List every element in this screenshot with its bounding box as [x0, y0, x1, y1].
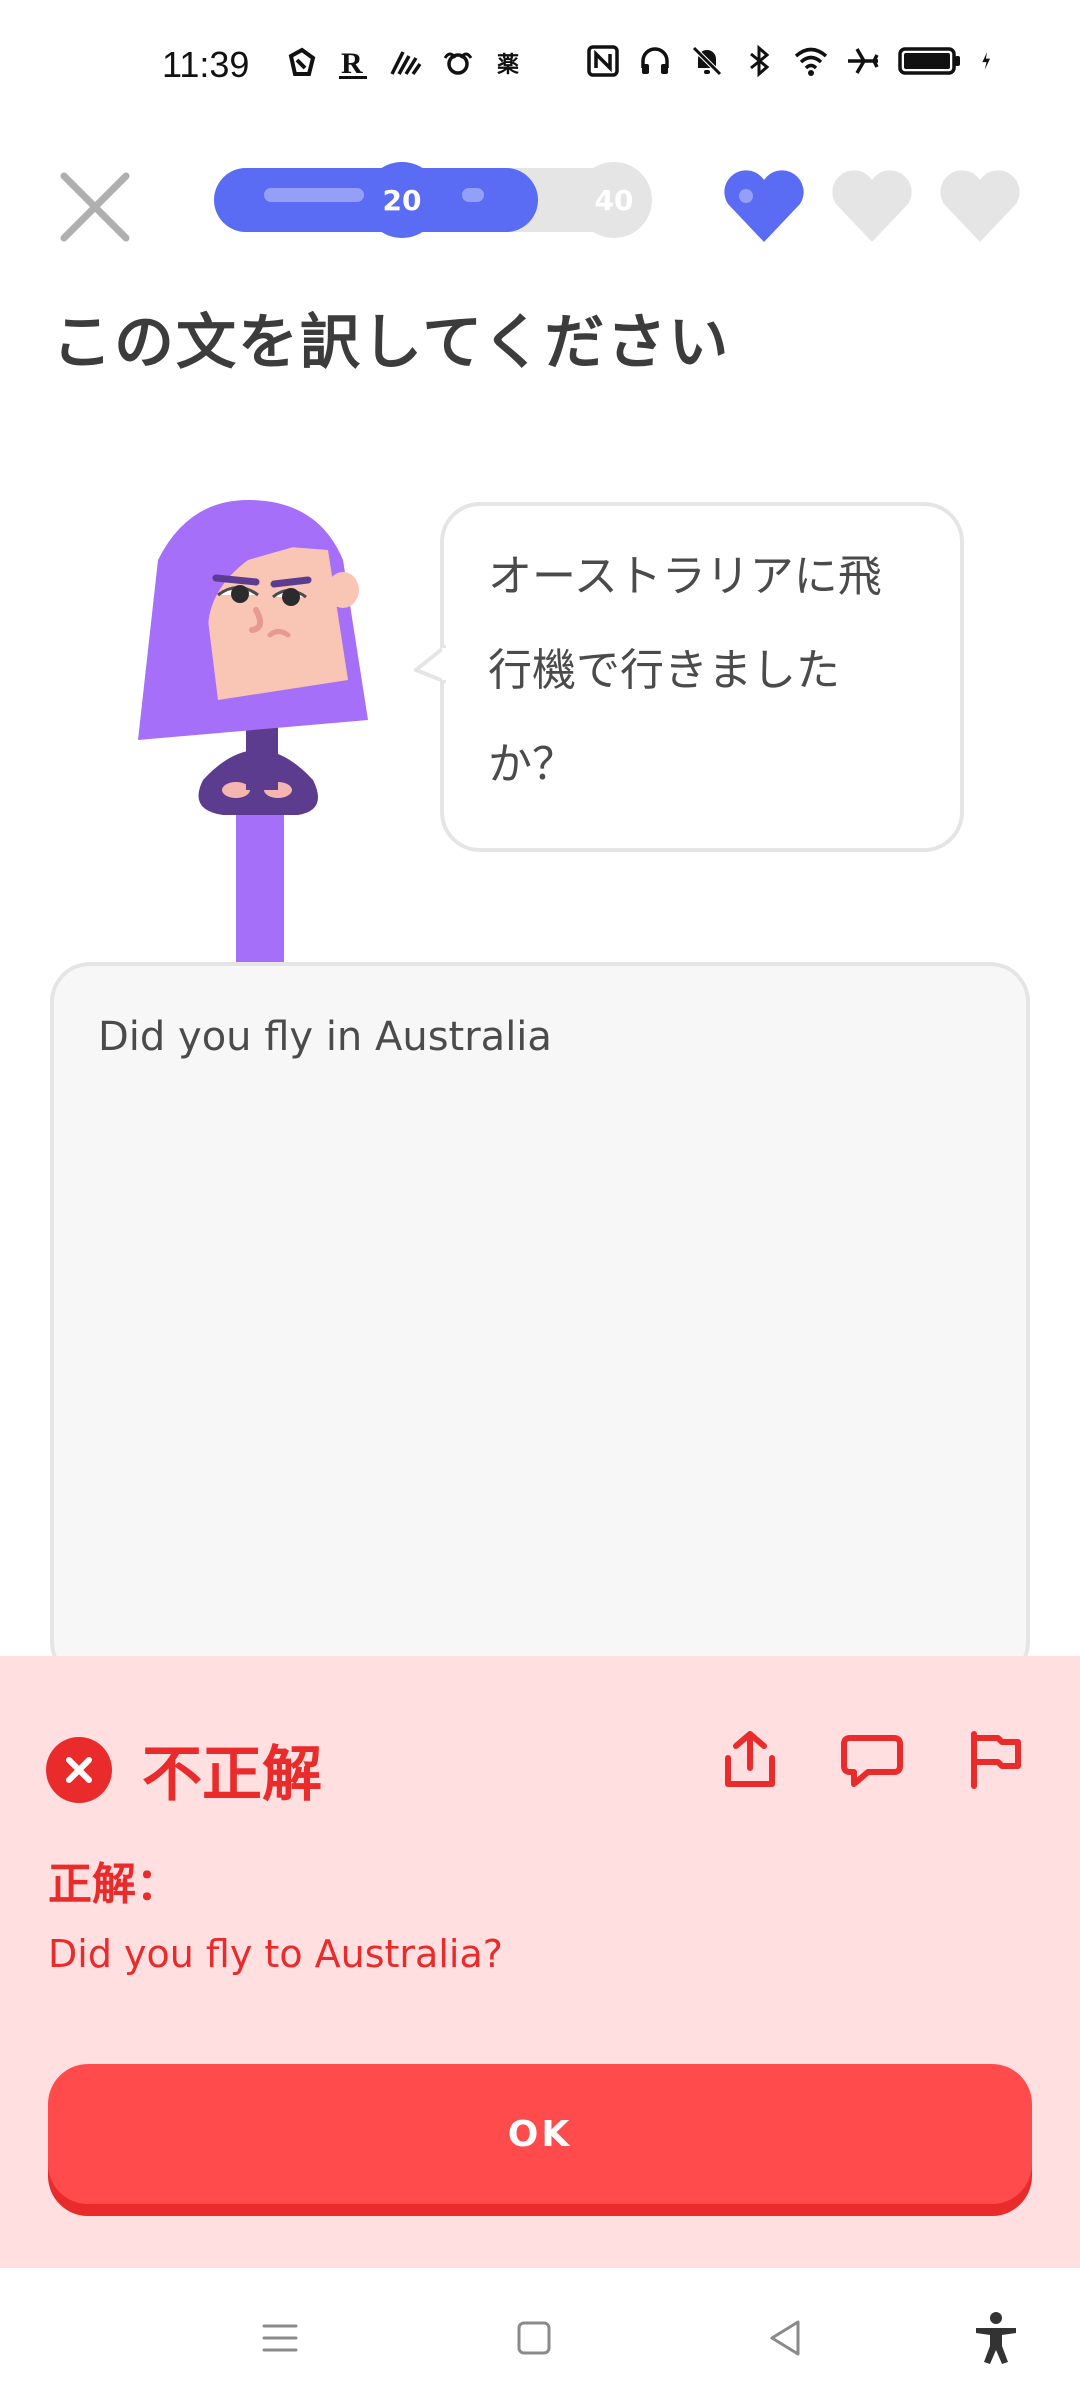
status-time: 11:39: [162, 44, 250, 85]
heart-filled-icon: [724, 170, 804, 242]
answer-text: Did you fly in Australia: [98, 1014, 552, 1060]
speech-bubble: オーストラリアに飛 行機で行きました か？: [414, 502, 964, 852]
feedback-actions: [718, 1728, 1026, 1792]
close-icon[interactable]: [56, 168, 134, 246]
answer-input[interactable]: Did you fly in Australia: [50, 962, 1030, 1682]
feedback-status: 不正解: [46, 1726, 322, 1813]
mute-icon: [692, 46, 722, 76]
feedback-title: 不正解: [142, 1740, 322, 1810]
prompt-sentence-line: 行機で行きました: [488, 645, 840, 696]
charging-icon: [982, 52, 990, 70]
prompt-sentence-line: か？: [488, 739, 576, 790]
incorrect-icon: [46, 1736, 112, 1803]
heart-empty-icon: [832, 170, 912, 242]
ok-button[interactable]: OK: [48, 2064, 1032, 2204]
app-icon-r: R: [339, 47, 367, 80]
status-right-icons: [586, 44, 1000, 78]
accessibility-icon[interactable]: [966, 2308, 1026, 2368]
character-illustration: [138, 500, 368, 970]
progress-highlight: [264, 188, 364, 202]
report-flag-icon[interactable]: [962, 1728, 1026, 1792]
app-icon-kanji: 薬: [497, 53, 519, 78]
share-icon[interactable]: [718, 1728, 782, 1792]
menu-icon[interactable]: [250, 2308, 310, 2368]
battery-icon: [898, 47, 960, 75]
nfc-icon: [587, 45, 619, 77]
app-icon-1: [288, 47, 316, 76]
app-icon-4: [443, 52, 473, 75]
home-icon[interactable]: [504, 2308, 564, 2368]
back-icon[interactable]: [756, 2308, 816, 2368]
status-bar: 11:39 R 薬: [0, 0, 1080, 130]
system-nav-bar: [0, 2268, 1080, 2400]
feedback-panel: 不正解 正解： Did you fly to Australia? OK: [0, 1656, 1080, 2268]
milestone-badge: 20: [364, 162, 440, 238]
correct-answer-label: 正解：: [48, 1859, 180, 1910]
headphones-icon: [641, 47, 669, 74]
svg-text:R: R: [341, 47, 363, 80]
svg-text:薬: 薬: [497, 53, 519, 78]
heart-empty-icon: [940, 170, 1020, 242]
app-icon-3: [390, 51, 422, 76]
airplane-icon: [848, 48, 879, 74]
bluetooth-icon: [750, 44, 770, 78]
prompt-sentence[interactable]: オーストラリアに飛 行機で行きました か？: [488, 530, 916, 812]
progress-highlight: [462, 188, 484, 202]
comment-icon[interactable]: [840, 1728, 904, 1792]
ok-button-label: OK: [507, 2113, 573, 2155]
lesson-progress-bar: 20 40: [214, 162, 652, 238]
status-left-icons: R 薬: [285, 46, 527, 80]
milestone-badge: 40: [576, 162, 652, 238]
prompt-title: この文を訳してください: [52, 308, 731, 378]
hearts: [722, 168, 1022, 244]
wifi-icon: [794, 47, 828, 76]
speech-bubble-tail: [414, 644, 446, 684]
correct-answer-text: Did you fly to Australia?: [48, 1932, 503, 1976]
prompt-sentence-line: オーストラリアに飛: [488, 551, 882, 602]
